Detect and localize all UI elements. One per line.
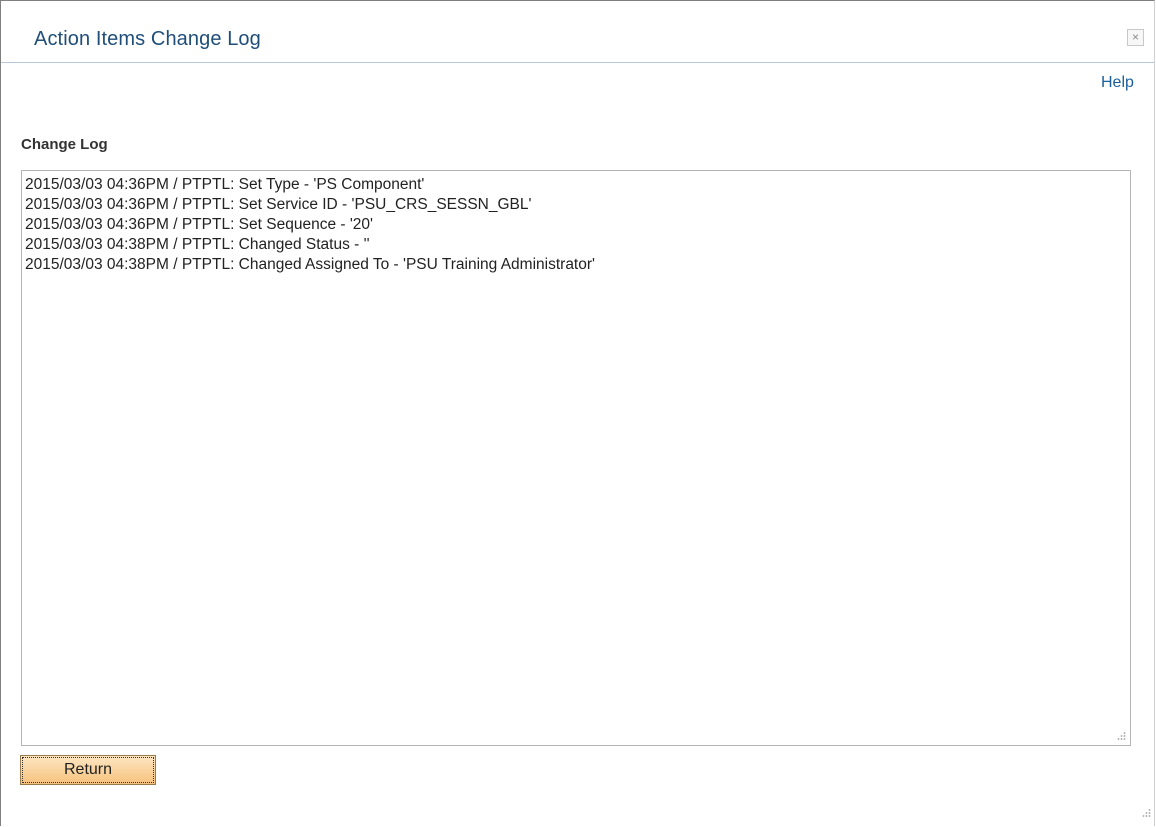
- change-log-label: Change Log: [21, 136, 108, 153]
- modal-title: Action Items Change Log: [34, 28, 261, 50]
- change-log-modal: Action Items Change Log × Help Change Lo…: [0, 0, 1155, 826]
- return-button[interactable]: Return: [20, 755, 156, 785]
- log-line: 2015/03/03 04:38PM / PTPTL: Changed Assi…: [25, 256, 595, 273]
- resize-grip-icon[interactable]: [1116, 731, 1126, 741]
- log-line: 2015/03/03 04:36PM / PTPTL: Set Type - '…: [25, 176, 425, 193]
- log-line: 2015/03/03 04:38PM / PTPTL: Changed Stat…: [25, 236, 370, 253]
- modal-titlebar: Action Items Change Log ×: [1, 1, 1154, 63]
- change-log-textarea[interactable]: 2015/03/03 04:36PM / PTPTL: Set Type - '…: [21, 170, 1131, 746]
- window-resize-grip-icon[interactable]: [1141, 808, 1151, 818]
- log-line: 2015/03/03 04:36PM / PTPTL: Set Sequence…: [25, 216, 374, 233]
- log-line: 2015/03/03 04:36PM / PTPTL: Set Service …: [25, 196, 532, 213]
- close-icon[interactable]: ×: [1127, 29, 1144, 46]
- help-link[interactable]: Help: [1101, 74, 1134, 92]
